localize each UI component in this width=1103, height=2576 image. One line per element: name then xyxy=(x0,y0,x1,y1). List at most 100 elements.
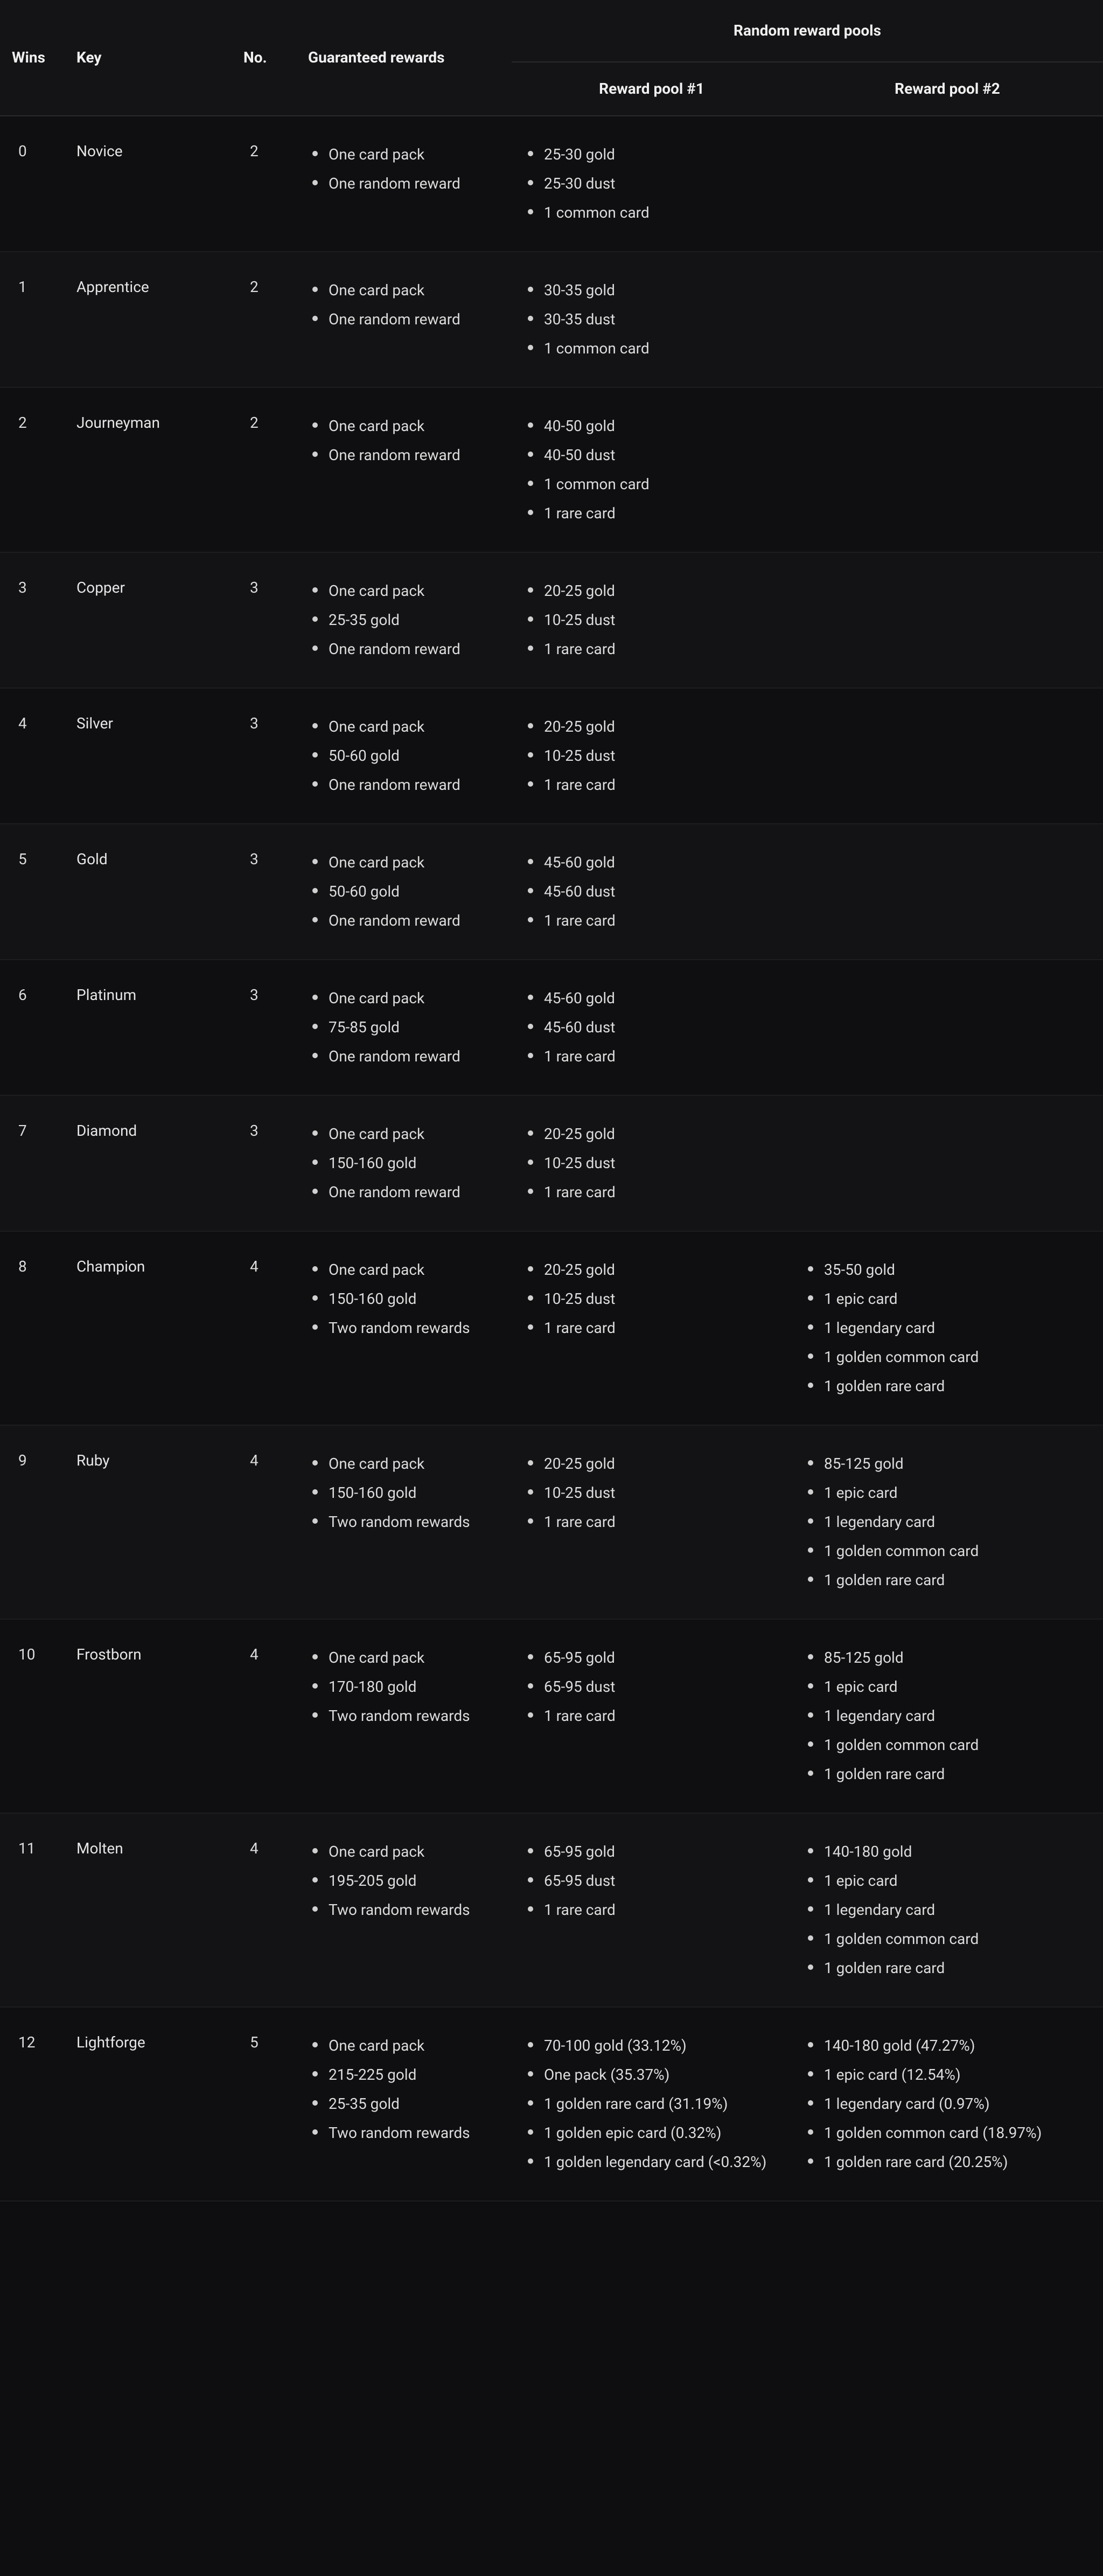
cell-pool2: 140-180 gold1 epic card1 legendary card1… xyxy=(792,1813,1103,2007)
list-item: 1 rare card xyxy=(540,499,780,528)
cell-pool1-list: 65-95 gold65-95 dust1 rare card xyxy=(523,1643,780,1731)
list-item: 1 legendary card xyxy=(820,1895,1091,1925)
table-row: 0Novice2One card packOne random reward 25… xyxy=(0,116,1103,252)
cell-pool1-list: 30-35 gold30-35 dust1 common card xyxy=(523,276,780,363)
list-item: 1 epic card xyxy=(820,1284,1091,1314)
list-item: 150-160 gold xyxy=(324,1149,500,1178)
table-row: 4Silver3One card pack50-60 goldOne rando… xyxy=(0,688,1103,824)
list-item: 1 golden rare card (20.25%) xyxy=(820,2148,1091,2177)
cell-guaranteed: One card packOne random reward xyxy=(296,252,512,387)
cell-no: 5 xyxy=(232,2007,296,2201)
cell-no: 3 xyxy=(232,552,296,688)
cell-key: Journeyman xyxy=(65,387,232,552)
list-item: 1 common card xyxy=(540,334,780,363)
cell-wins: 1 xyxy=(0,252,65,387)
cell-no: 4 xyxy=(232,1619,296,1813)
cell-key: Silver xyxy=(65,688,232,824)
cell-pool1-list: 20-25 gold10-25 dust1 rare card xyxy=(523,1449,780,1537)
cell-pool1: 40-50 gold40-50 dust1 common card1 rare … xyxy=(512,387,792,552)
cell-guaranteed: One card pack170-180 goldTwo random rewa… xyxy=(296,1619,512,1813)
cell-key: Novice xyxy=(65,116,232,252)
list-item: 1 legendary card xyxy=(820,1508,1091,1537)
rewards-table-container: Wins Key No. Guaranteed rewards Random r… xyxy=(0,0,1103,2202)
list-item: 1 epic card xyxy=(820,1478,1091,1508)
cell-key: Platinum xyxy=(65,960,232,1095)
header-random-pools: Random reward pools xyxy=(512,0,1103,62)
list-item: 1 golden common card xyxy=(820,1925,1091,1954)
cell-key: Gold xyxy=(65,824,232,960)
list-item: Two random rewards xyxy=(324,2119,500,2148)
list-item: 40-50 dust xyxy=(540,441,780,470)
cell-pool1-list: 45-60 gold45-60 dust1 rare card xyxy=(523,984,780,1071)
list-item: 50-60 gold xyxy=(324,741,500,770)
cell-pool1-list: 25-30 gold25-30 dust1 common card xyxy=(523,140,780,227)
list-item: 150-160 gold xyxy=(324,1478,500,1508)
list-item: One random reward xyxy=(324,1042,500,1071)
cell-guaranteed-list: One card pack150-160 goldTwo random rewa… xyxy=(308,1449,500,1537)
list-item: 20-25 gold xyxy=(540,577,780,606)
cell-guaranteed: One card pack75-85 goldOne random reward xyxy=(296,960,512,1095)
list-item: 215-225 gold xyxy=(324,2060,500,2089)
cell-pool1-list: 70-100 gold (33.12%)One pack (35.37%)1 g… xyxy=(523,2031,780,2177)
table-row: 9Ruby4One card pack150-160 goldTwo rando… xyxy=(0,1425,1103,1619)
cell-wins: 9 xyxy=(0,1425,65,1619)
cell-pool2-list: 140-180 gold (47.27%)1 epic card (12.54%… xyxy=(804,2031,1091,2177)
list-item: 1 rare card xyxy=(540,1895,780,1925)
list-item: One card pack xyxy=(324,276,500,305)
list-item: 1 rare card xyxy=(540,1314,780,1343)
cell-pool2: 85-125 gold1 epic card1 legendary card1 … xyxy=(792,1619,1103,1813)
cell-key: Ruby xyxy=(65,1425,232,1619)
list-item: 140-180 gold xyxy=(820,1837,1091,1866)
cell-wins: 0 xyxy=(0,116,65,252)
cell-wins: 5 xyxy=(0,824,65,960)
cell-pool1: 25-30 gold25-30 dust1 common card xyxy=(512,116,792,252)
cell-guaranteed-list: One card pack50-60 goldOne random reward xyxy=(308,848,500,935)
list-item: One random reward xyxy=(324,441,500,470)
list-item: One card pack xyxy=(324,1643,500,1672)
list-item: 1 rare card xyxy=(540,1178,780,1207)
list-item: 1 golden common card (18.97%) xyxy=(820,2119,1091,2148)
table-row: 8Champion4One card pack150-160 goldTwo r… xyxy=(0,1231,1103,1425)
cell-pool2 xyxy=(792,960,1103,1095)
cell-pool1: 45-60 gold45-60 dust1 rare card xyxy=(512,960,792,1095)
cell-pool1-list: 20-25 gold10-25 dust1 rare card xyxy=(523,712,780,800)
cell-wins: 2 xyxy=(0,387,65,552)
list-item: 1 rare card xyxy=(540,1042,780,1071)
list-item: One card pack xyxy=(324,2031,500,2060)
cell-wins: 8 xyxy=(0,1231,65,1425)
cell-guaranteed: One card packOne random reward xyxy=(296,387,512,552)
list-item: 1 golden rare card (31.19%) xyxy=(540,2089,780,2119)
list-item: 1 golden rare card xyxy=(820,1372,1091,1401)
cell-no: 2 xyxy=(232,116,296,252)
cell-guaranteed-list: One card packOne random reward xyxy=(308,140,500,198)
cell-pool1: 20-25 gold10-25 dust1 rare card xyxy=(512,1095,792,1231)
table-row: 3Copper3One card pack25-35 goldOne rando… xyxy=(0,552,1103,688)
list-item: 65-95 gold xyxy=(540,1643,780,1672)
header-wins: Wins xyxy=(0,0,65,116)
cell-no: 4 xyxy=(232,1425,296,1619)
list-item: 10-25 dust xyxy=(540,606,780,635)
list-item: 65-95 gold xyxy=(540,1837,780,1866)
cell-pool1-list: 20-25 gold10-25 dust1 rare card xyxy=(523,577,780,664)
list-item: 40-50 gold xyxy=(540,412,780,441)
list-item: 1 golden common card xyxy=(820,1731,1091,1760)
list-item: 170-180 gold xyxy=(324,1672,500,1702)
list-item: 1 golden epic card (0.32%) xyxy=(540,2119,780,2148)
list-item: 1 epic card xyxy=(820,1866,1091,1895)
list-item: 25-35 gold xyxy=(324,2089,500,2119)
cell-key: Frostborn xyxy=(65,1619,232,1813)
cell-pool2 xyxy=(792,552,1103,688)
list-item: 25-30 gold xyxy=(540,140,780,169)
list-item: One card pack xyxy=(324,848,500,877)
list-item: 1 legendary card xyxy=(820,1702,1091,1731)
cell-pool2: 140-180 gold (47.27%)1 epic card (12.54%… xyxy=(792,2007,1103,2201)
list-item: Two random rewards xyxy=(324,1314,500,1343)
cell-pool2 xyxy=(792,387,1103,552)
cell-pool1: 65-95 gold65-95 dust1 rare card xyxy=(512,1619,792,1813)
cell-guaranteed: One card pack215-225 gold25-35 goldTwo r… xyxy=(296,2007,512,2201)
list-item: 70-100 gold (33.12%) xyxy=(540,2031,780,2060)
list-item: 25-30 dust xyxy=(540,169,780,198)
cell-guaranteed-list: One card packOne random reward xyxy=(308,276,500,334)
list-item: 1 common card xyxy=(540,470,780,499)
list-item: 1 common card xyxy=(540,198,780,227)
